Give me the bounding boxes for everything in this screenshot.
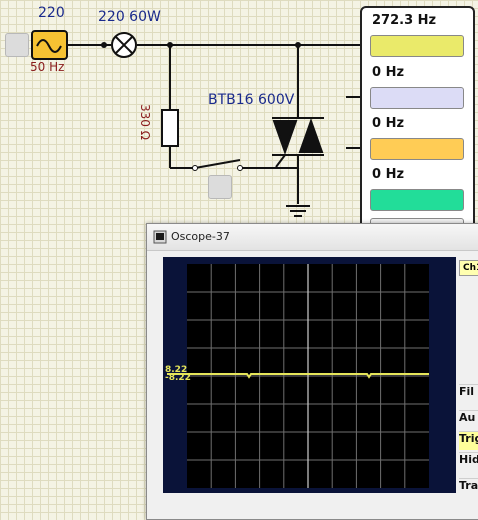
oscope-title: Oscope-37 <box>171 230 230 243</box>
lamp-label: 220 60W <box>98 9 161 25</box>
source-frequency-label: 50 Hz <box>30 60 65 74</box>
oscope-display: 8.22 -8.22 <box>163 257 456 493</box>
oscope-app-icon <box>153 230 167 244</box>
switch-icon <box>192 159 243 171</box>
meter-reading-2: 0 Hz <box>372 65 405 80</box>
triac-label: BTB16 600V <box>208 92 295 108</box>
oscope-titlebar[interactable]: Oscope-37 <box>147 224 478 251</box>
switch-toggle-button[interactable] <box>208 175 232 199</box>
side-option-trigger[interactable]: Trig <box>459 431 478 450</box>
channel-tab-ch1[interactable]: Ch1 <box>459 260 478 276</box>
meter-bar-4 <box>370 189 464 211</box>
lamp-icon <box>111 32 137 58</box>
ground-icon <box>286 205 310 217</box>
meter-bar-1 <box>370 35 464 57</box>
resistor-label: 330 Ω <box>138 104 152 140</box>
resistor-icon <box>161 109 179 147</box>
frequency-meter-panel: 272.3 Hz 0 Hz 0 Hz 0 Hz <box>360 6 475 250</box>
source-value-label: 220 <box>38 5 65 21</box>
oscope-window[interactable]: Oscope-37 8.22 -8.22 Ch1 Fil Au Trig Hid… <box>146 223 478 520</box>
meter-bar-2 <box>370 87 464 109</box>
ac-source-icon <box>31 30 68 60</box>
side-option-auto[interactable]: Au <box>459 410 478 429</box>
side-option-trace[interactable]: Tra <box>459 478 478 497</box>
meter-reading-1: 272.3 Hz <box>372 13 437 28</box>
meter-bar-3 <box>370 138 464 160</box>
meter-reading-3: 0 Hz <box>372 116 405 131</box>
meter-reading-4: 0 Hz <box>372 167 405 182</box>
side-option-filter[interactable]: Fil <box>459 384 478 403</box>
source-toggle-button[interactable] <box>5 33 29 57</box>
side-option-hide[interactable]: Hid <box>459 452 478 471</box>
trace-level-bottom: -8.22 <box>165 373 191 383</box>
